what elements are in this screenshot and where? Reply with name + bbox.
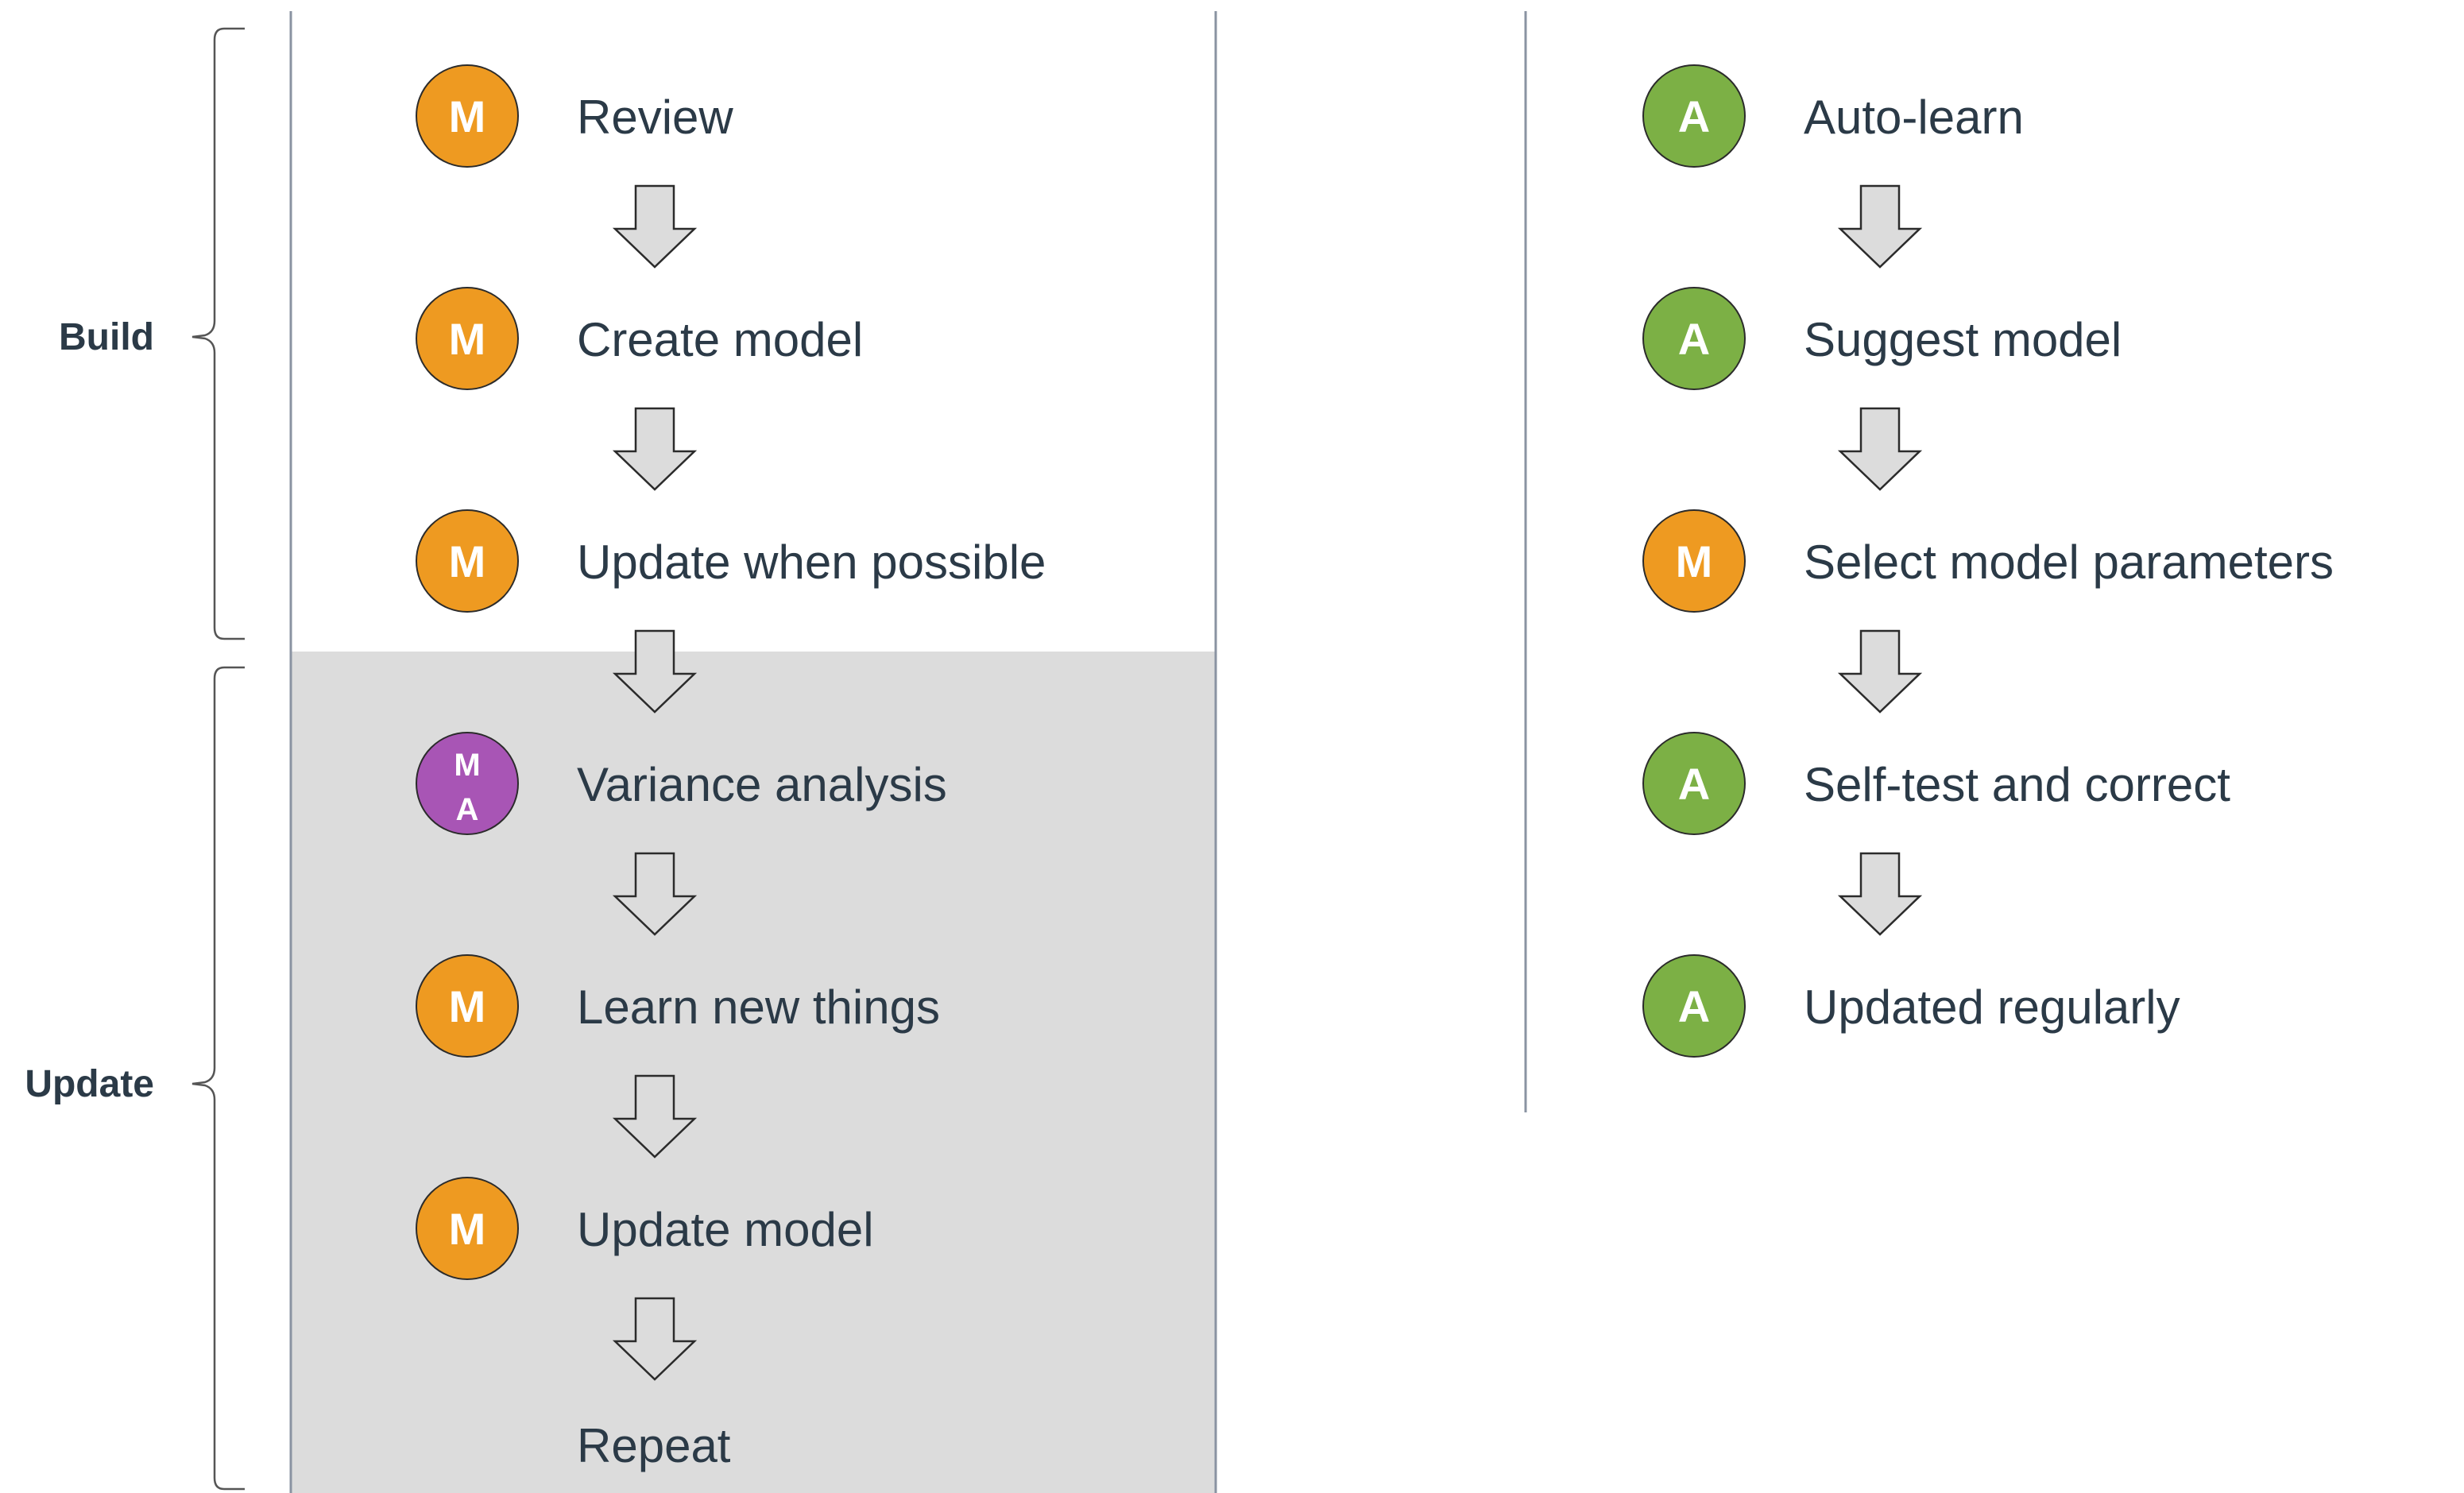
flow-step: M Update when possible	[416, 509, 1046, 613]
automated-badge-icon: A	[1642, 954, 1746, 1058]
badge-letter: M	[454, 748, 480, 783]
badge-letter: A	[1678, 91, 1710, 141]
badge-letter: A	[1678, 981, 1710, 1031]
manual-badge-icon: M	[416, 1177, 519, 1280]
badge-letter: M	[1676, 536, 1713, 586]
manual-badge-icon: M	[416, 64, 519, 168]
mixed-badge-icon: MA	[416, 732, 519, 835]
flow-step: A Updated regularly	[1642, 954, 2180, 1058]
badge-letter: M	[449, 91, 486, 141]
step-label: Create model	[577, 313, 863, 366]
down-arrow-icon	[1837, 852, 1923, 936]
build-phase-label: Build	[59, 316, 154, 358]
automated-badge-icon: A	[1642, 732, 1746, 835]
flow-step: M Create model	[416, 287, 863, 390]
manual-badge-icon: M	[416, 954, 519, 1058]
badge-letter: A	[1678, 314, 1710, 364]
badge-letter: M	[449, 981, 486, 1031]
step-label: Suggest model	[1804, 313, 2122, 366]
step-label: Learn new things	[577, 981, 940, 1034]
flow-step: M Select model parameters	[1642, 509, 2334, 613]
automated-badge-icon: A	[1642, 64, 1746, 168]
step-label: Select model parameters	[1804, 536, 2334, 589]
update-brace-icon	[191, 666, 245, 1491]
down-arrow-icon	[1837, 629, 1923, 714]
flow-step: A Suggest model	[1642, 287, 2122, 390]
step-label: Updated regularly	[1804, 981, 2180, 1034]
badge-letter: M	[449, 536, 486, 586]
automated-badge-icon: A	[1642, 287, 1746, 390]
manual-badge-icon: M	[416, 509, 519, 613]
badge-letter: M	[449, 1204, 486, 1254]
build-brace-icon	[191, 27, 245, 640]
manual-badge-icon: M	[1642, 509, 1746, 613]
flow-step: A Auto-learn	[1642, 64, 2024, 168]
flow-step: Repeat	[577, 1419, 731, 1472]
step-label: Variance analysis	[577, 758, 947, 811]
badge-letter: A	[456, 792, 479, 827]
flow-step: A Self-test and correct	[1642, 732, 2230, 835]
step-label: Auto-learn	[1804, 91, 2024, 144]
step-label: Update when possible	[577, 536, 1046, 589]
process-comparison-diagram: Build Update M Review M Create model M Update…	[25, 11, 2334, 1493]
down-arrow-icon	[1837, 407, 1923, 491]
badge-letter: A	[1678, 759, 1710, 809]
manual-badge-icon: M	[416, 287, 519, 390]
flow-step: M Review	[416, 64, 733, 168]
down-arrow-icon	[612, 407, 698, 491]
step-label: Review	[577, 91, 733, 144]
step-label: Update model	[577, 1203, 874, 1256]
down-arrow-icon	[612, 184, 698, 269]
automated-process-flow: A Auto-learn A Suggest model M Select model p…	[1642, 64, 2334, 1058]
update-phase-label: Update	[25, 1063, 154, 1105]
step-label: Self-test and correct	[1804, 758, 2230, 811]
step-label: Repeat	[577, 1419, 731, 1472]
down-arrow-icon	[1837, 184, 1923, 269]
badge-letter: M	[449, 314, 486, 364]
